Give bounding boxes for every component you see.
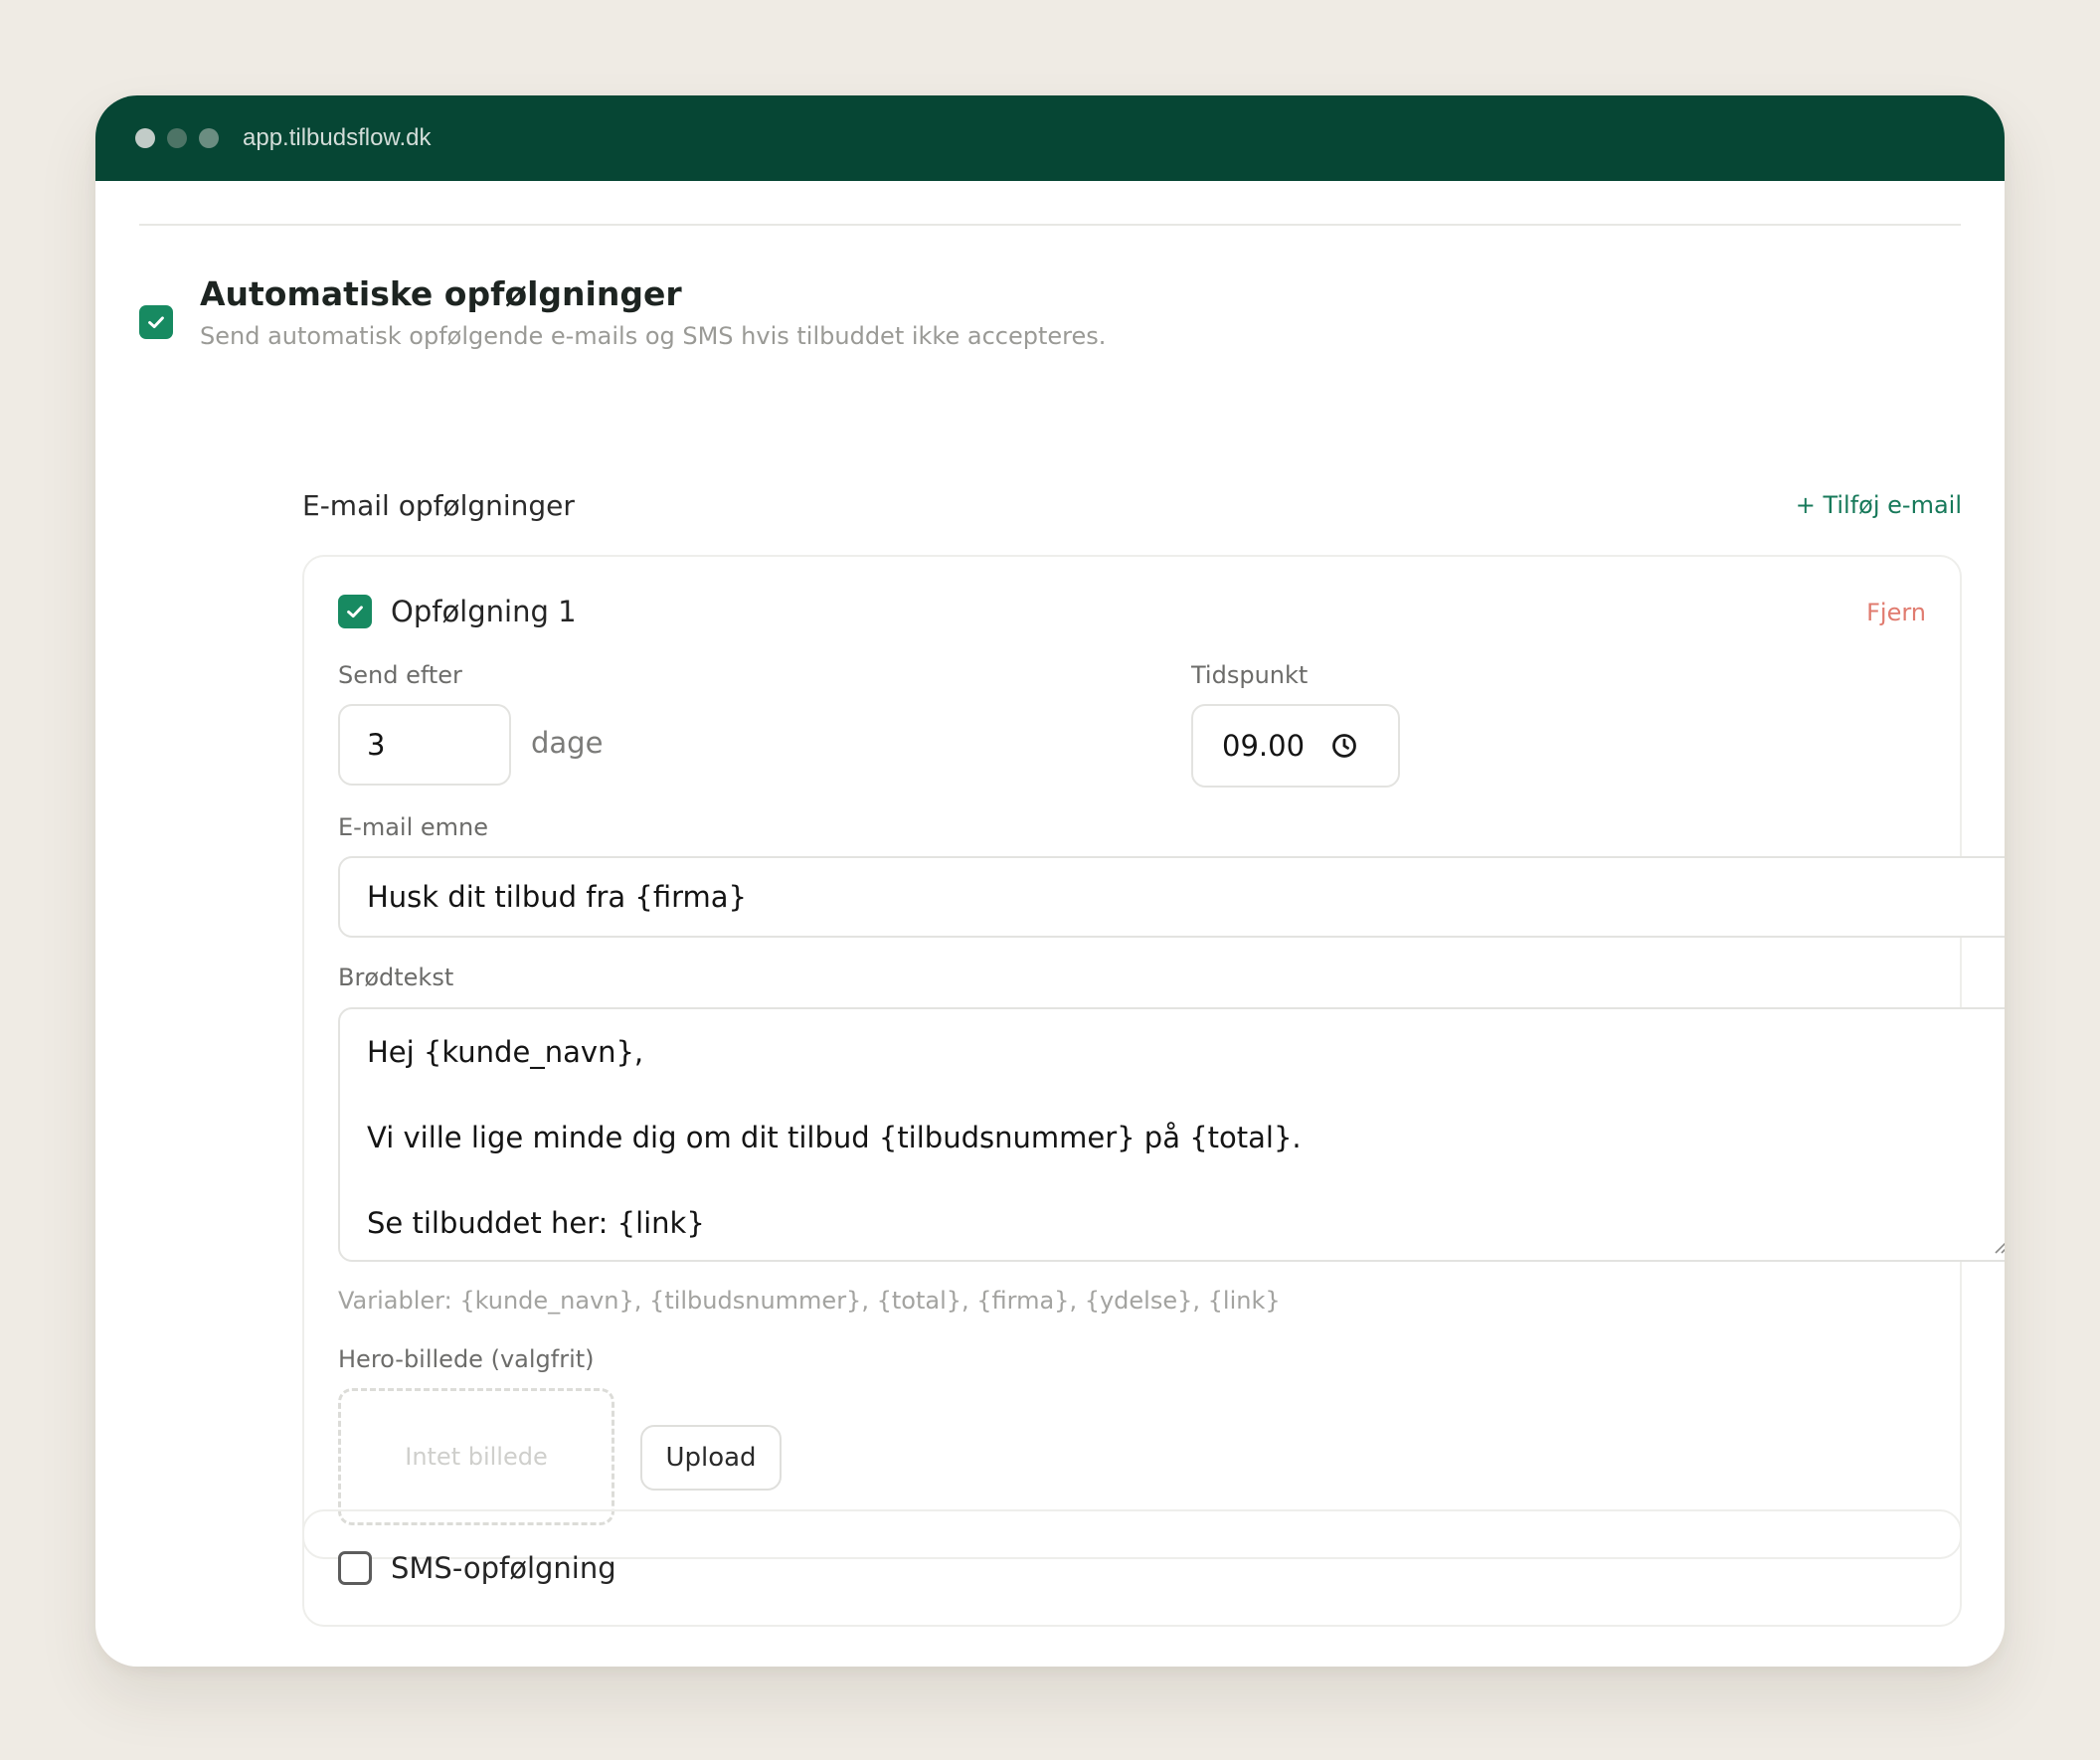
add-email-link[interactable]: + Tilføj e-mail xyxy=(1796,491,1962,519)
top-divider xyxy=(139,224,1961,226)
hero-image-label: Hero-billede (valgfrit) xyxy=(338,1345,595,1373)
browser-window: app.tilbudsflow.dk Automatiske opfølgnin… xyxy=(95,95,2005,1667)
check-icon xyxy=(148,316,164,329)
subject-label: E-mail emne xyxy=(338,813,488,841)
upload-button[interactable]: Upload xyxy=(640,1425,782,1491)
clock-icon[interactable] xyxy=(1330,732,1358,760)
sms-followup-label: SMS-opfølgning xyxy=(391,1551,616,1585)
time-input[interactable]: 09.00 xyxy=(1191,704,1400,788)
check-icon xyxy=(347,606,363,618)
automation-section-header: Automatiske opfølgninger Send automatisk… xyxy=(139,274,1106,350)
time-label: Tidspunkt xyxy=(1191,661,1309,689)
section-subtitle: Send automatisk opfølgende e-mails og SM… xyxy=(200,322,1107,350)
variables-hint: Variabler: {kunde_navn}, {tilbudsnummer}… xyxy=(338,1287,1281,1315)
send-after-input[interactable]: 3 xyxy=(338,704,511,786)
body-blank-line xyxy=(367,1159,1990,1202)
address-bar-url[interactable]: app.tilbudsflow.dk xyxy=(243,124,431,152)
browser-titlebar: app.tilbudsflow.dk xyxy=(95,95,2005,181)
subject-input[interactable]: Husk dit tilbud fra {firma} xyxy=(338,856,2005,938)
body-blank-line xyxy=(367,1074,1990,1117)
section-title: Automatiske opfølgninger xyxy=(200,274,682,313)
time-value: 09.00 xyxy=(1222,729,1306,763)
sms-followup-card: SMS-opfølgning xyxy=(302,1509,1962,1627)
hero-image-placeholder: Intet billede xyxy=(405,1443,548,1471)
hero-image-dropzone[interactable]: Intet billede xyxy=(338,1388,614,1525)
automation-enable-checkbox[interactable] xyxy=(139,305,173,339)
followup-title: Opfølgning 1 xyxy=(391,595,577,628)
send-after-unit: dage xyxy=(531,726,604,760)
body-textarea[interactable]: Hej {kunde_navn}, Vi ville lige minde di… xyxy=(338,1007,2005,1262)
window-minimize-dot[interactable] xyxy=(167,128,187,148)
body-line: Vi ville lige minde dig om dit tilbud {t… xyxy=(367,1121,1302,1154)
resize-handle-icon[interactable] xyxy=(1991,1236,2005,1254)
window-close-dot[interactable] xyxy=(135,128,155,148)
followup-enable-checkbox[interactable] xyxy=(338,595,372,628)
window-maximize-dot[interactable] xyxy=(199,128,219,148)
send-after-label: Send efter xyxy=(338,661,462,689)
body-label: Brødtekst xyxy=(338,964,454,991)
body-line: Se tilbuddet her: {link} xyxy=(367,1206,705,1240)
sms-enable-checkbox[interactable] xyxy=(338,1551,372,1585)
remove-followup-button[interactable]: Fjern xyxy=(1866,599,1926,626)
body-line: Hej {kunde_navn}, xyxy=(367,1035,644,1069)
email-followups-heading: E-mail opfølgninger xyxy=(302,489,575,522)
followup-card: Opfølgning 1 Fjern Send efter 3 dage Tid… xyxy=(302,555,2005,1559)
